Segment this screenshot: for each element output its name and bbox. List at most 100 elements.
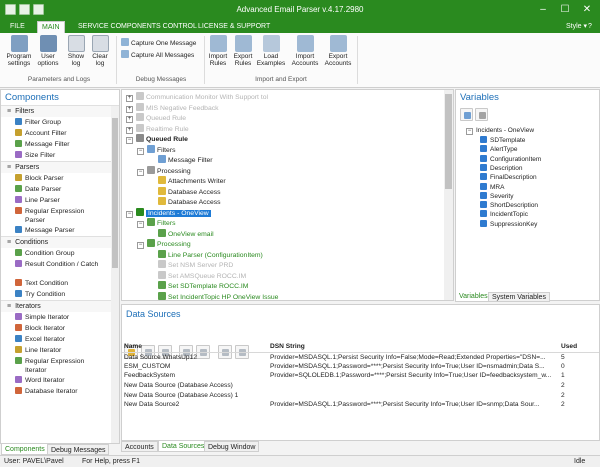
- user-options-button[interactable]: User options: [35, 35, 61, 67]
- expand-icon[interactable]: +: [126, 95, 133, 102]
- export-rules-button[interactable]: Export Rules: [232, 35, 254, 67]
- rule-tree-node[interactable]: Set AMSQueue ROCC.IM: [158, 270, 246, 281]
- tab-service-components-control[interactable]: SERVICE COMPONENTS CONTROL: [74, 21, 201, 33]
- components-section[interactable]: Iterators: [1, 300, 119, 312]
- variable-item[interactable]: ShortDescription: [480, 201, 538, 210]
- tab-debug-window[interactable]: Debug Window: [204, 441, 260, 452]
- maximize-button[interactable]: ☐: [554, 2, 576, 17]
- rule-tree-node[interactable]: + Communication Monitor With Support tol: [126, 92, 268, 102]
- load-examples-button[interactable]: Load Examples: [256, 35, 286, 67]
- expand-icon[interactable]: +: [126, 105, 133, 113]
- table-row[interactable]: ESM_CUSTOM Provider=MSDASQL.1;Password=**…: [122, 362, 599, 372]
- rule-tree-node[interactable]: − Processing: [137, 239, 191, 249]
- clear-log-button[interactable]: Clear log: [89, 35, 111, 67]
- rule-tree-node[interactable]: Database Access: [158, 186, 221, 197]
- variable-item[interactable]: AlertType: [480, 145, 517, 154]
- variable-item[interactable]: ConfigurationItem: [480, 154, 541, 164]
- component-item[interactable]: Line Iterator: [1, 345, 119, 356]
- component-item[interactable]: Message Filter: [1, 139, 119, 150]
- table-row[interactable]: FeedbackSystem Provider=SQLOLEDB.1;Passwo…: [122, 371, 599, 381]
- rule-tree-node[interactable]: + Realtime Rule: [126, 123, 189, 134]
- table-row[interactable]: Data Source WhatsUp12 Provider=MSDASQL.1;…: [122, 352, 599, 362]
- collapse-icon[interactable]: −: [466, 128, 473, 135]
- tab-components[interactable]: Components: [1, 444, 49, 455]
- delete-variable-button[interactable]: [475, 108, 488, 121]
- style-menu[interactable]: Style ▾: [562, 21, 591, 33]
- help-button[interactable]: ?: [588, 21, 592, 33]
- component-item[interactable]: Condition Group: [1, 248, 119, 259]
- component-item[interactable]: Text Condition: [1, 278, 119, 289]
- variable-item[interactable]: IncidentTopic: [480, 210, 528, 219]
- variable-item[interactable]: Description: [480, 163, 523, 173]
- collapse-icon[interactable]: −: [126, 137, 133, 144]
- component-item[interactable]: Simple Iterator: [1, 312, 119, 323]
- capture-one-button[interactable]: Capture One Message: [121, 38, 196, 47]
- close-button[interactable]: ✕: [576, 2, 598, 17]
- component-item[interactable]: Block Iterator: [1, 323, 119, 334]
- rule-tree-node[interactable]: + Queued Rule: [126, 113, 186, 123]
- expand-icon[interactable]: +: [126, 116, 133, 123]
- components-section[interactable]: Conditions: [1, 236, 119, 248]
- variables-root[interactable]: − Incidents - OneView: [466, 126, 534, 135]
- components-section[interactable]: Parsers: [1, 161, 119, 173]
- rule-tree-node[interactable]: − Queued Rule: [126, 134, 188, 144]
- import-accounts-button[interactable]: Import Accounts: [290, 35, 320, 67]
- variable-item[interactable]: FinalDescription: [480, 173, 537, 182]
- component-item[interactable]: Block Parser: [1, 173, 119, 184]
- collapse-icon[interactable]: −: [137, 242, 144, 249]
- scroll-thumb[interactable]: [445, 94, 452, 189]
- column-dsn[interactable]: DSN String: [268, 341, 559, 353]
- rule-tree-node[interactable]: Attachments Writer: [158, 176, 226, 186]
- component-item[interactable]: Date Parser: [1, 184, 119, 195]
- tab-system-variables[interactable]: System Variables: [488, 292, 550, 302]
- rule-tree-node[interactable]: Database Access: [158, 197, 221, 207]
- rule-tree-node[interactable]: Line Parser (ConfigurationItem): [158, 249, 263, 260]
- export-accounts-button[interactable]: Export Accounts: [322, 35, 354, 67]
- collapse-icon[interactable]: −: [137, 147, 144, 155]
- component-item[interactable]: Regular Expression Iterator: [1, 356, 119, 375]
- variable-item[interactable]: SDTemplate: [480, 136, 525, 145]
- collapse-icon[interactable]: −: [126, 210, 133, 218]
- tab-main[interactable]: MAIN: [37, 21, 65, 33]
- show-log-button[interactable]: Show log: [65, 35, 87, 67]
- table-row[interactable]: New Data Source (Database Access) 2: [122, 381, 599, 391]
- variable-item[interactable]: Severity: [480, 191, 513, 201]
- table-row[interactable]: New Data Source2 Provider=MSDASQL.1;Passw…: [122, 400, 599, 410]
- collapse-icon[interactable]: −: [137, 221, 144, 228]
- tab-data-sources[interactable]: Data Sources: [158, 441, 209, 452]
- variable-item[interactable]: MRA: [480, 182, 504, 192]
- rule-tree-node[interactable]: Message Filter: [158, 155, 213, 165]
- component-item[interactable]: Database Iterator: [1, 386, 119, 397]
- rule-tree-node[interactable]: Set IncidentTopic HP OneView Issue: [158, 291, 278, 300]
- minimize-button[interactable]: –: [532, 2, 554, 17]
- collapse-icon[interactable]: −: [137, 168, 144, 176]
- variable-item[interactable]: SuppressionKey: [480, 219, 537, 229]
- column-name[interactable]: Name: [122, 341, 268, 353]
- rule-tree-node[interactable]: − Incidents - OneView: [126, 207, 211, 218]
- component-item[interactable]: Message Parser: [1, 225, 119, 236]
- component-item[interactable]: Excel Iterator: [1, 334, 119, 345]
- rule-tree-node[interactable]: − Filters: [137, 144, 176, 155]
- capture-all-button[interactable]: Capture All Messages: [121, 50, 194, 59]
- component-item[interactable]: Word Iterator: [1, 375, 119, 386]
- component-item[interactable]: Try Condition: [1, 289, 119, 300]
- tab-accounts[interactable]: Accounts: [121, 441, 158, 452]
- component-item[interactable]: Result Condition / Catch: [1, 259, 119, 278]
- tab-variables[interactable]: Variables: [455, 292, 492, 302]
- component-item[interactable]: Regular Expression Parser: [1, 206, 119, 225]
- component-item[interactable]: Line Parser: [1, 195, 119, 206]
- expand-icon[interactable]: +: [126, 126, 133, 134]
- rule-tree-node[interactable]: + MIS Negative Feedback: [126, 102, 219, 113]
- import-rules-button[interactable]: Import Rules: [207, 35, 229, 67]
- component-item[interactable]: Filter Group: [1, 117, 119, 128]
- components-section[interactable]: Filters: [1, 105, 119, 117]
- rule-tree-node[interactable]: − Filters: [137, 218, 176, 228]
- rule-tree-node[interactable]: Set NSM Server PRD: [158, 260, 233, 270]
- tab-file[interactable]: FILE: [6, 21, 29, 33]
- rule-tree-node[interactable]: − Processing: [137, 165, 191, 176]
- components-scrollbar[interactable]: [111, 106, 119, 443]
- scroll-thumb[interactable]: [112, 118, 118, 268]
- tab-license-support[interactable]: LICENSE & SUPPORT: [194, 21, 274, 33]
- rules-scrollbar[interactable]: [444, 90, 453, 300]
- table-row[interactable]: New Data Source (Database Access) 1 2: [122, 390, 599, 400]
